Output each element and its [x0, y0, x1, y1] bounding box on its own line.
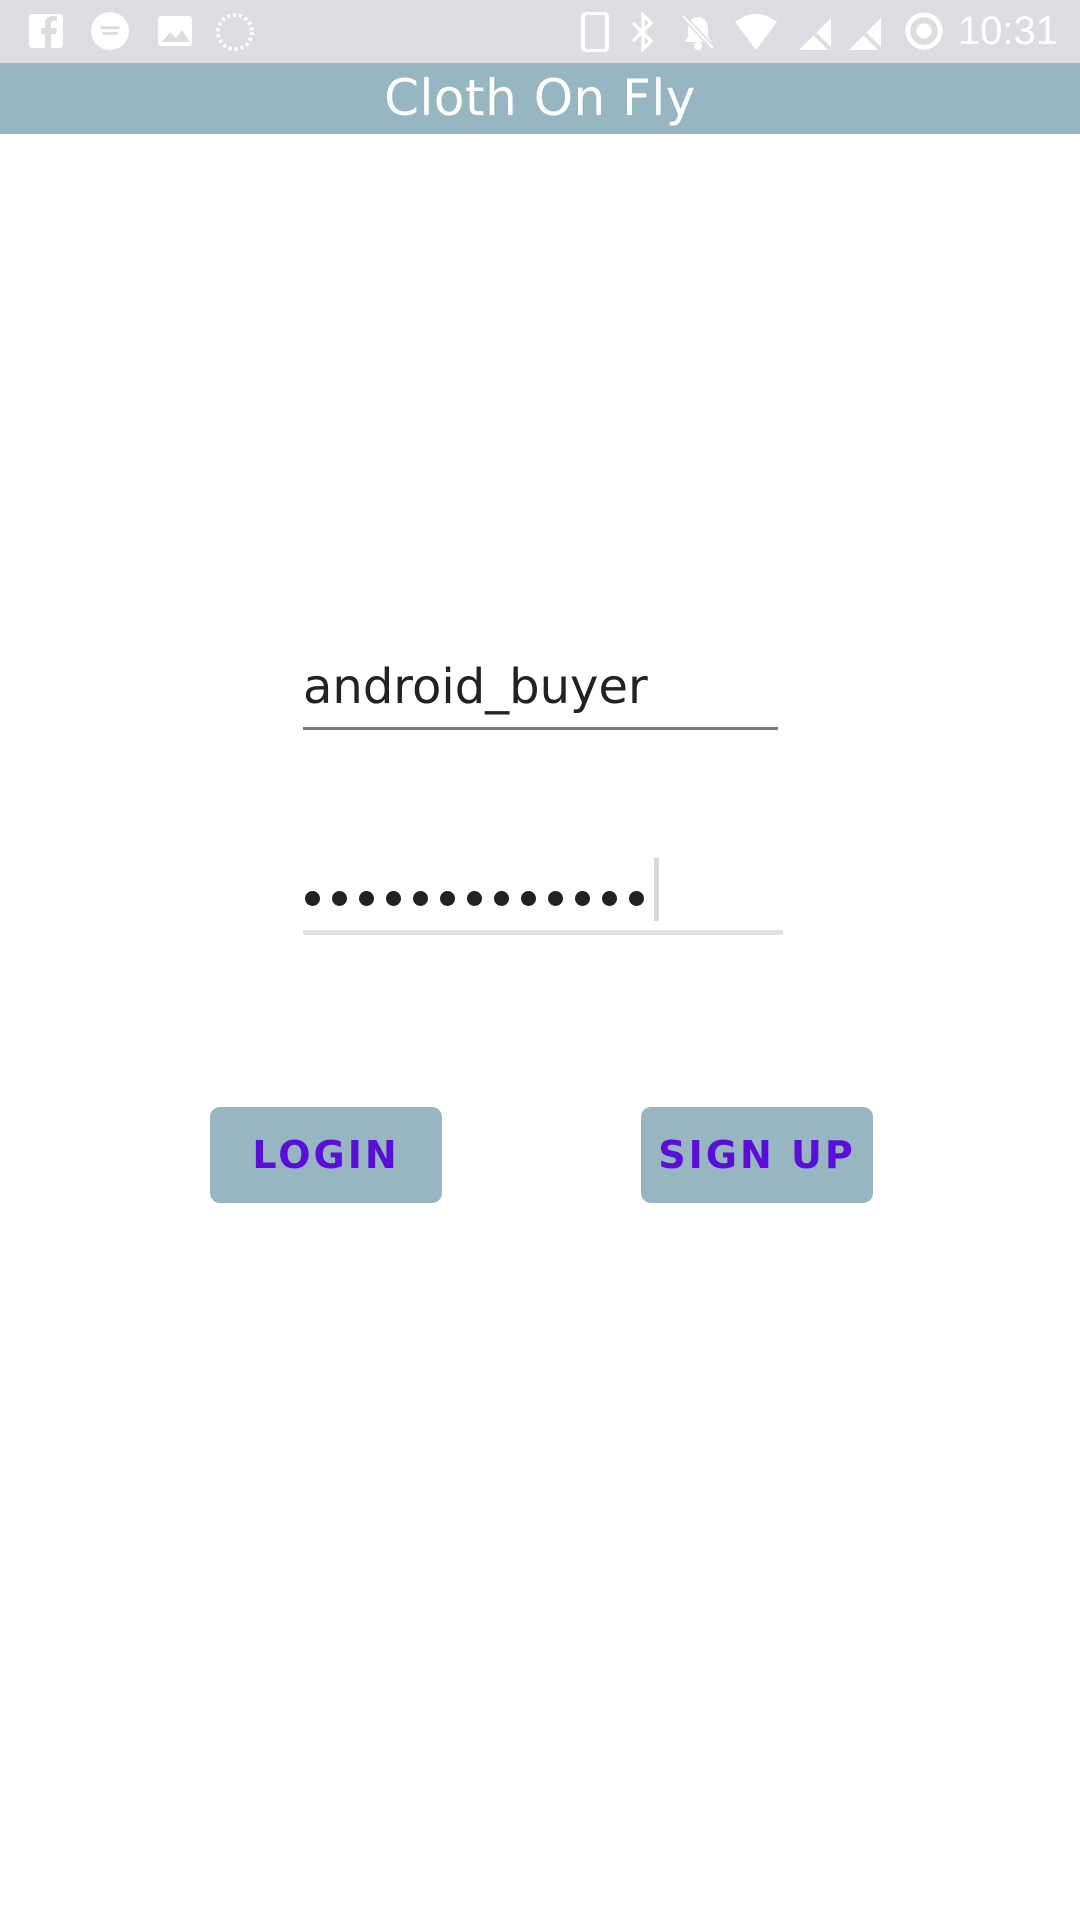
password-field[interactable] — [303, 850, 783, 935]
username-value: android_buyer — [303, 659, 648, 715]
wifi-icon — [735, 14, 777, 50]
password-mask — [305, 888, 656, 908]
username-field[interactable]: android_buyer — [303, 650, 778, 730]
bluetooth-icon — [631, 12, 654, 52]
battery-icon — [905, 12, 943, 50]
finish-line-icon — [90, 12, 130, 51]
loading-icon — [216, 13, 254, 51]
password-dot — [413, 890, 428, 906]
status-bar: 10:31 — [0, 0, 1080, 63]
login-screen: 10:31 Cloth On Fly android_buyer LOGIN S… — [0, 0, 1080, 1920]
sign-up-button[interactable]: SIGN UP — [641, 1107, 873, 1203]
status-time: 10:31 — [957, 9, 1058, 53]
password-dot — [575, 890, 590, 906]
password-dot — [602, 890, 617, 906]
password-dot — [332, 890, 347, 906]
app-title: Cloth On Fly — [384, 69, 696, 127]
password-dot — [440, 890, 455, 906]
login-button[interactable]: LOGIN — [210, 1107, 442, 1203]
password-dot — [629, 890, 644, 906]
password-dot — [359, 890, 374, 906]
password-dot — [494, 890, 509, 906]
app-bar: Cloth On Fly — [0, 63, 1080, 134]
password-dot — [386, 890, 401, 906]
text-cursor — [654, 858, 659, 921]
image-icon — [158, 16, 192, 46]
password-dot — [548, 890, 563, 906]
no-sim-2-icon — [847, 16, 883, 52]
mute-icon — [681, 14, 715, 50]
password-dot — [521, 890, 536, 906]
no-sim-icon — [797, 16, 833, 52]
phone-icon — [581, 12, 609, 52]
facebook-icon — [29, 14, 63, 50]
password-dot — [305, 890, 320, 906]
password-dot — [467, 890, 482, 906]
